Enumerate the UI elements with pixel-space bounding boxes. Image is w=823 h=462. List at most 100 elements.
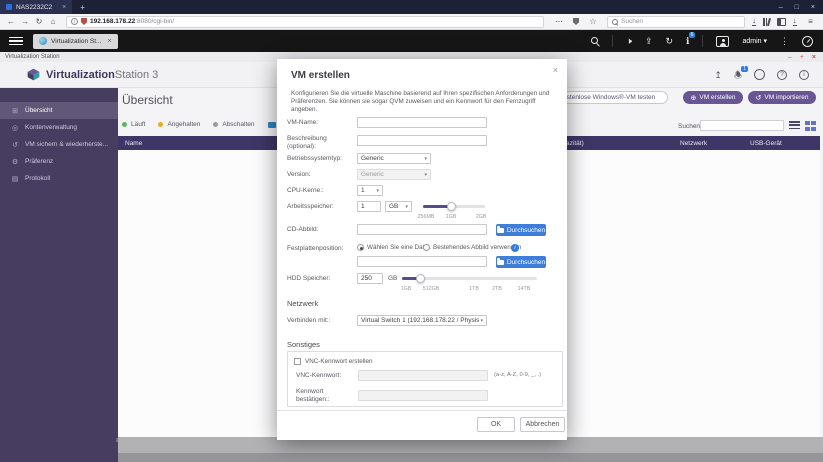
vnc-settings-box: VNC-Kennwort erstellen VNC-Kennwort: (a-… — [287, 351, 563, 407]
cancel-button[interactable]: Abbrechen — [520, 417, 565, 432]
main-menu-icon[interactable] — [9, 37, 23, 46]
column-netzwerk[interactable]: Netzwerk — [680, 140, 707, 147]
download-icon[interactable]: ↓ — [752, 17, 756, 26]
pocket-icon[interactable] — [573, 18, 579, 25]
hdd-tick: 1GB — [401, 286, 412, 292]
ram-slider[interactable] — [423, 205, 485, 208]
vm-search-input[interactable] — [700, 120, 784, 131]
library-icon[interactable] — [763, 18, 770, 26]
volume-icon[interactable]: 🕨 — [626, 36, 632, 46]
notifications-icon[interactable]: ℹ6 — [686, 36, 689, 46]
search-icon — [612, 19, 618, 25]
back-icon[interactable]: ← — [4, 17, 18, 26]
hdd-slider-thumb[interactable] — [416, 274, 425, 283]
window-maximize-icon[interactable]: □ — [795, 4, 799, 11]
bell-icon[interactable]: 🕭1 — [734, 70, 742, 80]
reload-icon[interactable]: ↻ — [32, 17, 46, 26]
site-favicon-icon — [6, 4, 12, 10]
save-page-icon[interactable]: ↓ — [793, 17, 797, 26]
hdd-tick: 2TB — [492, 286, 502, 292]
help-icon[interactable]: ? — [777, 70, 787, 80]
open-app-tab[interactable]: Virtualization St... × — [33, 34, 118, 49]
app-minimize-icon[interactable]: – — [788, 54, 792, 61]
forward-icon[interactable]: → — [18, 17, 32, 26]
bookmark-star-icon[interactable]: ☆ — [586, 17, 600, 26]
column-usb[interactable]: USB-Gerät — [750, 140, 782, 147]
sidebar-item-protokoll[interactable]: ▤ Protokoll — [0, 170, 118, 187]
open-app-tab-label: Virtualization St... — [51, 38, 101, 45]
sidebar-item-kontenverwaltung[interactable]: ◎ Kontenverwaltung — [0, 119, 118, 136]
disk-file-input[interactable] — [357, 256, 487, 267]
cpu-cores-select[interactable]: 1 ▾ — [357, 185, 383, 196]
import-vm-button[interactable]: ↺ VM importieren — [748, 91, 816, 104]
vm-name-input[interactable] — [357, 117, 487, 128]
dialog-close-icon[interactable]: × — [553, 65, 558, 75]
sidebar-item-vm-backup[interactable]: ↺ VM sichern & wiederherste... — [0, 136, 118, 153]
sidebar-item-praeferenz[interactable]: ⚙ Präferenz — [0, 153, 118, 170]
sidebar-item-uebersicht[interactable]: ⊞ Übersicht — [0, 102, 118, 119]
permissions-shield-icon[interactable] — [81, 18, 87, 25]
sidebar: ⊞ Übersicht ◎ Kontenverwaltung ↺ VM sich… — [0, 88, 118, 462]
info-icon[interactable]: i — [511, 244, 519, 252]
search-placeholder: Suchen — [621, 18, 643, 25]
app-maximize-icon[interactable]: + — [800, 54, 804, 61]
vnc-password-checkbox[interactable] — [294, 358, 301, 365]
browser-tab-bar: NAS2232C2 × + – □ × — [0, 0, 823, 14]
home-icon[interactable]: ⌂ — [46, 17, 60, 26]
site-info-icon[interactable]: i — [71, 18, 78, 25]
column-name[interactable]: Name — [125, 140, 142, 147]
radio-existing-image[interactable]: Bestehendes Abbild verwenden — [423, 244, 521, 251]
folder-icon — [497, 228, 504, 233]
version-select: Generic ▾ — [357, 169, 431, 180]
page-actions-icon[interactable]: ⋯ — [552, 17, 566, 26]
window-close-icon[interactable]: × — [811, 4, 815, 11]
window-minimize-icon[interactable]: – — [779, 4, 783, 11]
ram-unit-select[interactable]: GB ▾ — [385, 201, 412, 212]
dashboard-gauge-icon[interactable] — [802, 36, 813, 47]
cd-browse-button[interactable]: Durchsuchen — [496, 224, 546, 236]
legend-running: Läuft — [122, 121, 145, 128]
legend-off: Abschalten — [213, 121, 254, 128]
list-view-icon[interactable] — [789, 121, 800, 129]
resource-gauge-icon[interactable] — [754, 69, 765, 80]
url-host: 192.168.178.22 — [90, 18, 135, 25]
network-select[interactable]: Virtual Switch 1 (192.168.178.22 / Physi… — [357, 315, 487, 326]
qts-search-icon[interactable] — [591, 37, 599, 45]
browser-tab[interactable]: NAS2232C2 × — [0, 0, 72, 14]
create-vm-dialog: VM erstellen × Konfigurieren Sie die vir… — [277, 59, 567, 440]
radio-choose-file[interactable]: Wählen Sie eine Datei. — [357, 244, 431, 251]
browser-menu-icon[interactable]: ≡ — [804, 17, 818, 26]
cd-image-input[interactable] — [357, 224, 487, 235]
app-close-icon[interactable]: × — [812, 54, 816, 61]
options-kebab-icon[interactable]: ⋮ — [780, 36, 789, 46]
chevron-down-icon: ▾ — [405, 204, 408, 210]
user-icon[interactable] — [716, 36, 729, 47]
qvm-monitor-icon — [268, 122, 276, 128]
hdd-size-label: HDD Speicher: — [287, 275, 355, 283]
admin-menu[interactable]: admin ▾ — [742, 37, 767, 45]
description-input[interactable] — [357, 135, 487, 146]
grid-view-icon[interactable] — [805, 121, 816, 131]
os-type-select[interactable]: Generic ▾ — [357, 153, 431, 164]
disk-position-label: Festplattenposition: — [287, 245, 355, 253]
ram-slider-thumb[interactable] — [447, 202, 456, 211]
browser-search-field[interactable]: Suchen — [607, 16, 745, 28]
notification-badge: 6 — [689, 32, 696, 38]
ram-value-input[interactable] — [357, 201, 381, 212]
upload-status-icon[interactable]: ↥ — [714, 70, 722, 80]
create-vm-button[interactable]: ⊕ VM erstellen — [683, 91, 743, 104]
sidebar-toggle-icon[interactable] — [777, 18, 786, 26]
tab-close-icon[interactable]: × — [62, 4, 66, 11]
browser-tab-title: NAS2232C2 — [16, 4, 52, 11]
new-tab-button[interactable]: + — [80, 3, 85, 12]
about-info-icon[interactable]: i — [799, 70, 809, 80]
external-device-icon[interactable]: ⇪ — [645, 36, 653, 46]
hdd-value-input[interactable] — [357, 273, 383, 284]
screen: NAS2232C2 × + – □ × ← → ↻ ⌂ i 192.168.17… — [0, 0, 823, 462]
app-tab-close-icon[interactable]: × — [107, 38, 111, 45]
hdd-slider[interactable] — [402, 277, 537, 280]
url-bar[interactable]: i 192.168.178.22:8080/cgi-bin/ — [66, 16, 544, 28]
background-tasks-icon[interactable]: ↻ — [665, 36, 673, 46]
ok-button[interactable]: OK — [477, 417, 515, 432]
disk-browse-button[interactable]: Durchsuchen — [496, 256, 546, 268]
